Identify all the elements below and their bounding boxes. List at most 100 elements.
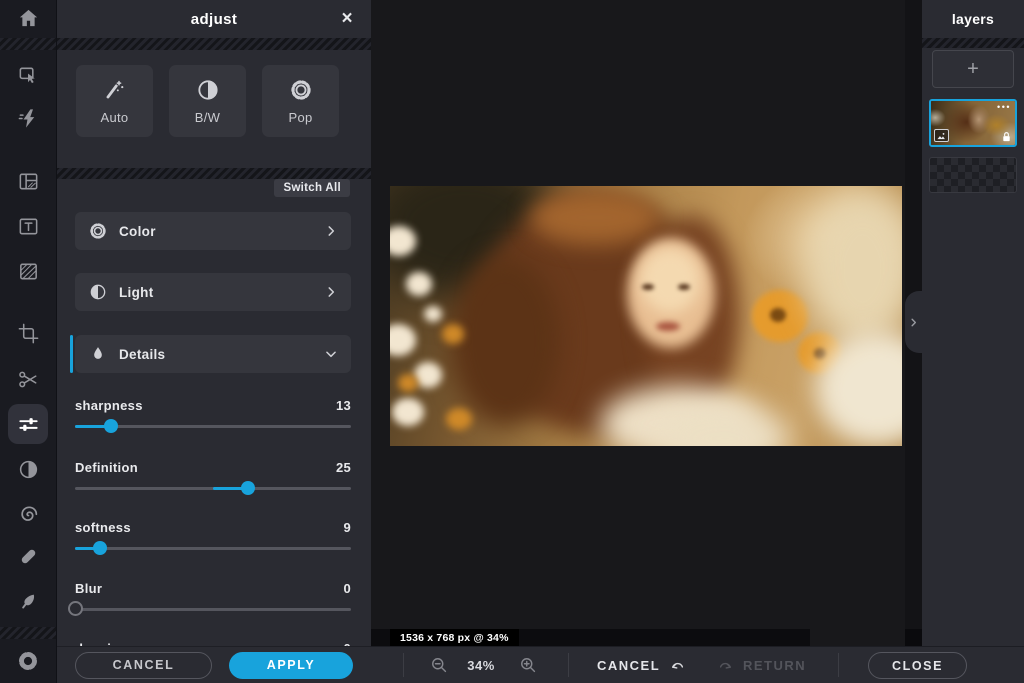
add-layer-button[interactable]: +: [932, 50, 1014, 88]
photo-blob: [678, 284, 690, 290]
filter-tool-button[interactable]: [8, 449, 48, 489]
crop-icon: [17, 322, 40, 345]
canvas-area[interactable]: 1536 x 768 px @ 34%: [371, 0, 922, 646]
layers-panel-collapse-tab[interactable]: [905, 291, 922, 353]
home-icon: [17, 7, 40, 30]
zoom-in-icon: [518, 655, 538, 675]
section-color[interactable]: Color: [75, 212, 351, 250]
contrast-icon: [17, 458, 40, 481]
adjust-panel-footer: CANCEL APPLY: [57, 646, 371, 683]
photo-blob: [640, 248, 700, 313]
slider-label: Definition: [75, 460, 138, 475]
slider-track[interactable]: [75, 608, 351, 611]
sliders-icon: [17, 413, 40, 436]
cancel-undo-button[interactable]: CANCEL: [597, 647, 687, 683]
divider: [57, 38, 371, 50]
section-light[interactable]: Light: [75, 273, 351, 311]
slider-thumb[interactable]: [104, 419, 118, 433]
slider-track[interactable]: [75, 547, 351, 550]
divider: [403, 653, 404, 677]
photo-blob: [770, 308, 786, 322]
photo-blob: [446, 408, 472, 430]
settings-button[interactable]: [8, 641, 48, 681]
spiral-icon: [17, 503, 40, 526]
close-panel-button[interactable]: ×: [335, 7, 359, 31]
active-section-indicator: [70, 335, 73, 373]
layers-panel-title: layers: [922, 0, 1024, 38]
adjust-panel-header: adjust ×: [57, 0, 371, 38]
switch-all-button[interactable]: Switch All: [274, 179, 350, 197]
photo-blob: [392, 398, 424, 426]
slider-label: softness: [75, 520, 131, 535]
close-icon: ×: [341, 8, 352, 30]
photo-blob: [414, 362, 442, 388]
zoom-out-icon: [429, 655, 449, 675]
canvas-image[interactable]: [390, 186, 902, 446]
zoom-out-button[interactable]: [427, 653, 451, 677]
cutout-tool-button[interactable]: [8, 359, 48, 399]
arrange-tool-button[interactable]: [8, 55, 48, 95]
draw-tool-button[interactable]: [8, 581, 48, 621]
crop-tool-button[interactable]: [8, 313, 48, 353]
zoom-level-value[interactable]: 34%: [459, 647, 503, 683]
pattern-icon: [17, 260, 40, 283]
cancel-button[interactable]: CANCEL: [75, 652, 212, 679]
chevron-right-icon: [908, 317, 919, 328]
lightning-icon: [17, 107, 40, 130]
preset-label: Auto: [101, 110, 129, 125]
chevron-right-icon: [324, 224, 338, 238]
preset-pop-button[interactable]: Pop: [262, 65, 339, 137]
divider: [0, 627, 56, 639]
gear-icon: [16, 649, 40, 673]
apply-button[interactable]: APPLY: [229, 652, 353, 679]
photo-blob: [642, 284, 654, 290]
photo-blob: [424, 306, 442, 322]
frame-icon: [17, 170, 40, 193]
preset-row: Auto B/W Pop: [76, 65, 339, 137]
section-details[interactable]: Details: [75, 335, 351, 373]
half-circle-right-icon: [195, 77, 221, 103]
section-label: Details: [119, 347, 165, 362]
slider-definition: Definition 25: [75, 460, 351, 506]
layers-panel: layers + •••: [922, 0, 1024, 646]
photo-blob: [805, 191, 902, 346]
effects-tool-button[interactable]: [8, 98, 48, 138]
home-button[interactable]: [8, 0, 48, 38]
zoom-in-button[interactable]: [516, 653, 540, 677]
fill-tool-button[interactable]: [8, 251, 48, 291]
layer-item-transparent[interactable]: [929, 157, 1017, 193]
layer-menu-button[interactable]: •••: [997, 102, 1011, 112]
text-tool-button[interactable]: [8, 206, 48, 246]
bottom-bar: 34% CANCEL RETURN CLOSE: [371, 646, 1024, 683]
layer-item-image[interactable]: •••: [929, 99, 1017, 147]
scrollbar-corner: [905, 629, 922, 646]
adjust-tool-button[interactable]: [8, 404, 48, 444]
photo-blob: [530, 190, 660, 245]
sun-gear-icon: [88, 221, 108, 241]
magic-wand-icon: [102, 77, 128, 103]
text-icon: [17, 215, 40, 238]
slider-value: 25: [336, 460, 351, 475]
slider-thumb[interactable]: [93, 541, 107, 555]
slider-label: Blur: [75, 581, 102, 596]
close-button[interactable]: CLOSE: [868, 652, 967, 679]
preset-auto-button[interactable]: Auto: [76, 65, 153, 137]
liquify-tool-button[interactable]: [8, 494, 48, 534]
bandage-icon: [17, 545, 40, 568]
layer-lock-button[interactable]: [1001, 131, 1012, 143]
preset-bw-button[interactable]: B/W: [169, 65, 246, 137]
slider-track[interactable]: [75, 425, 351, 428]
slider-thumb[interactable]: [68, 601, 83, 616]
return-label: RETURN: [743, 658, 806, 673]
panel-title: adjust: [191, 11, 238, 28]
scissors-icon: [17, 368, 40, 391]
slider-track[interactable]: [75, 487, 351, 490]
frame-tool-button[interactable]: [8, 161, 48, 201]
return-redo-button[interactable]: RETURN: [716, 647, 806, 683]
slider-thumb[interactable]: [241, 481, 255, 495]
photo-blob: [390, 324, 416, 356]
image-status-badge: 1536 x 768 px @ 34%: [390, 629, 519, 646]
chevron-right-icon: [324, 285, 338, 299]
section-label: Color: [119, 224, 156, 239]
retouch-tool-button[interactable]: [8, 536, 48, 576]
